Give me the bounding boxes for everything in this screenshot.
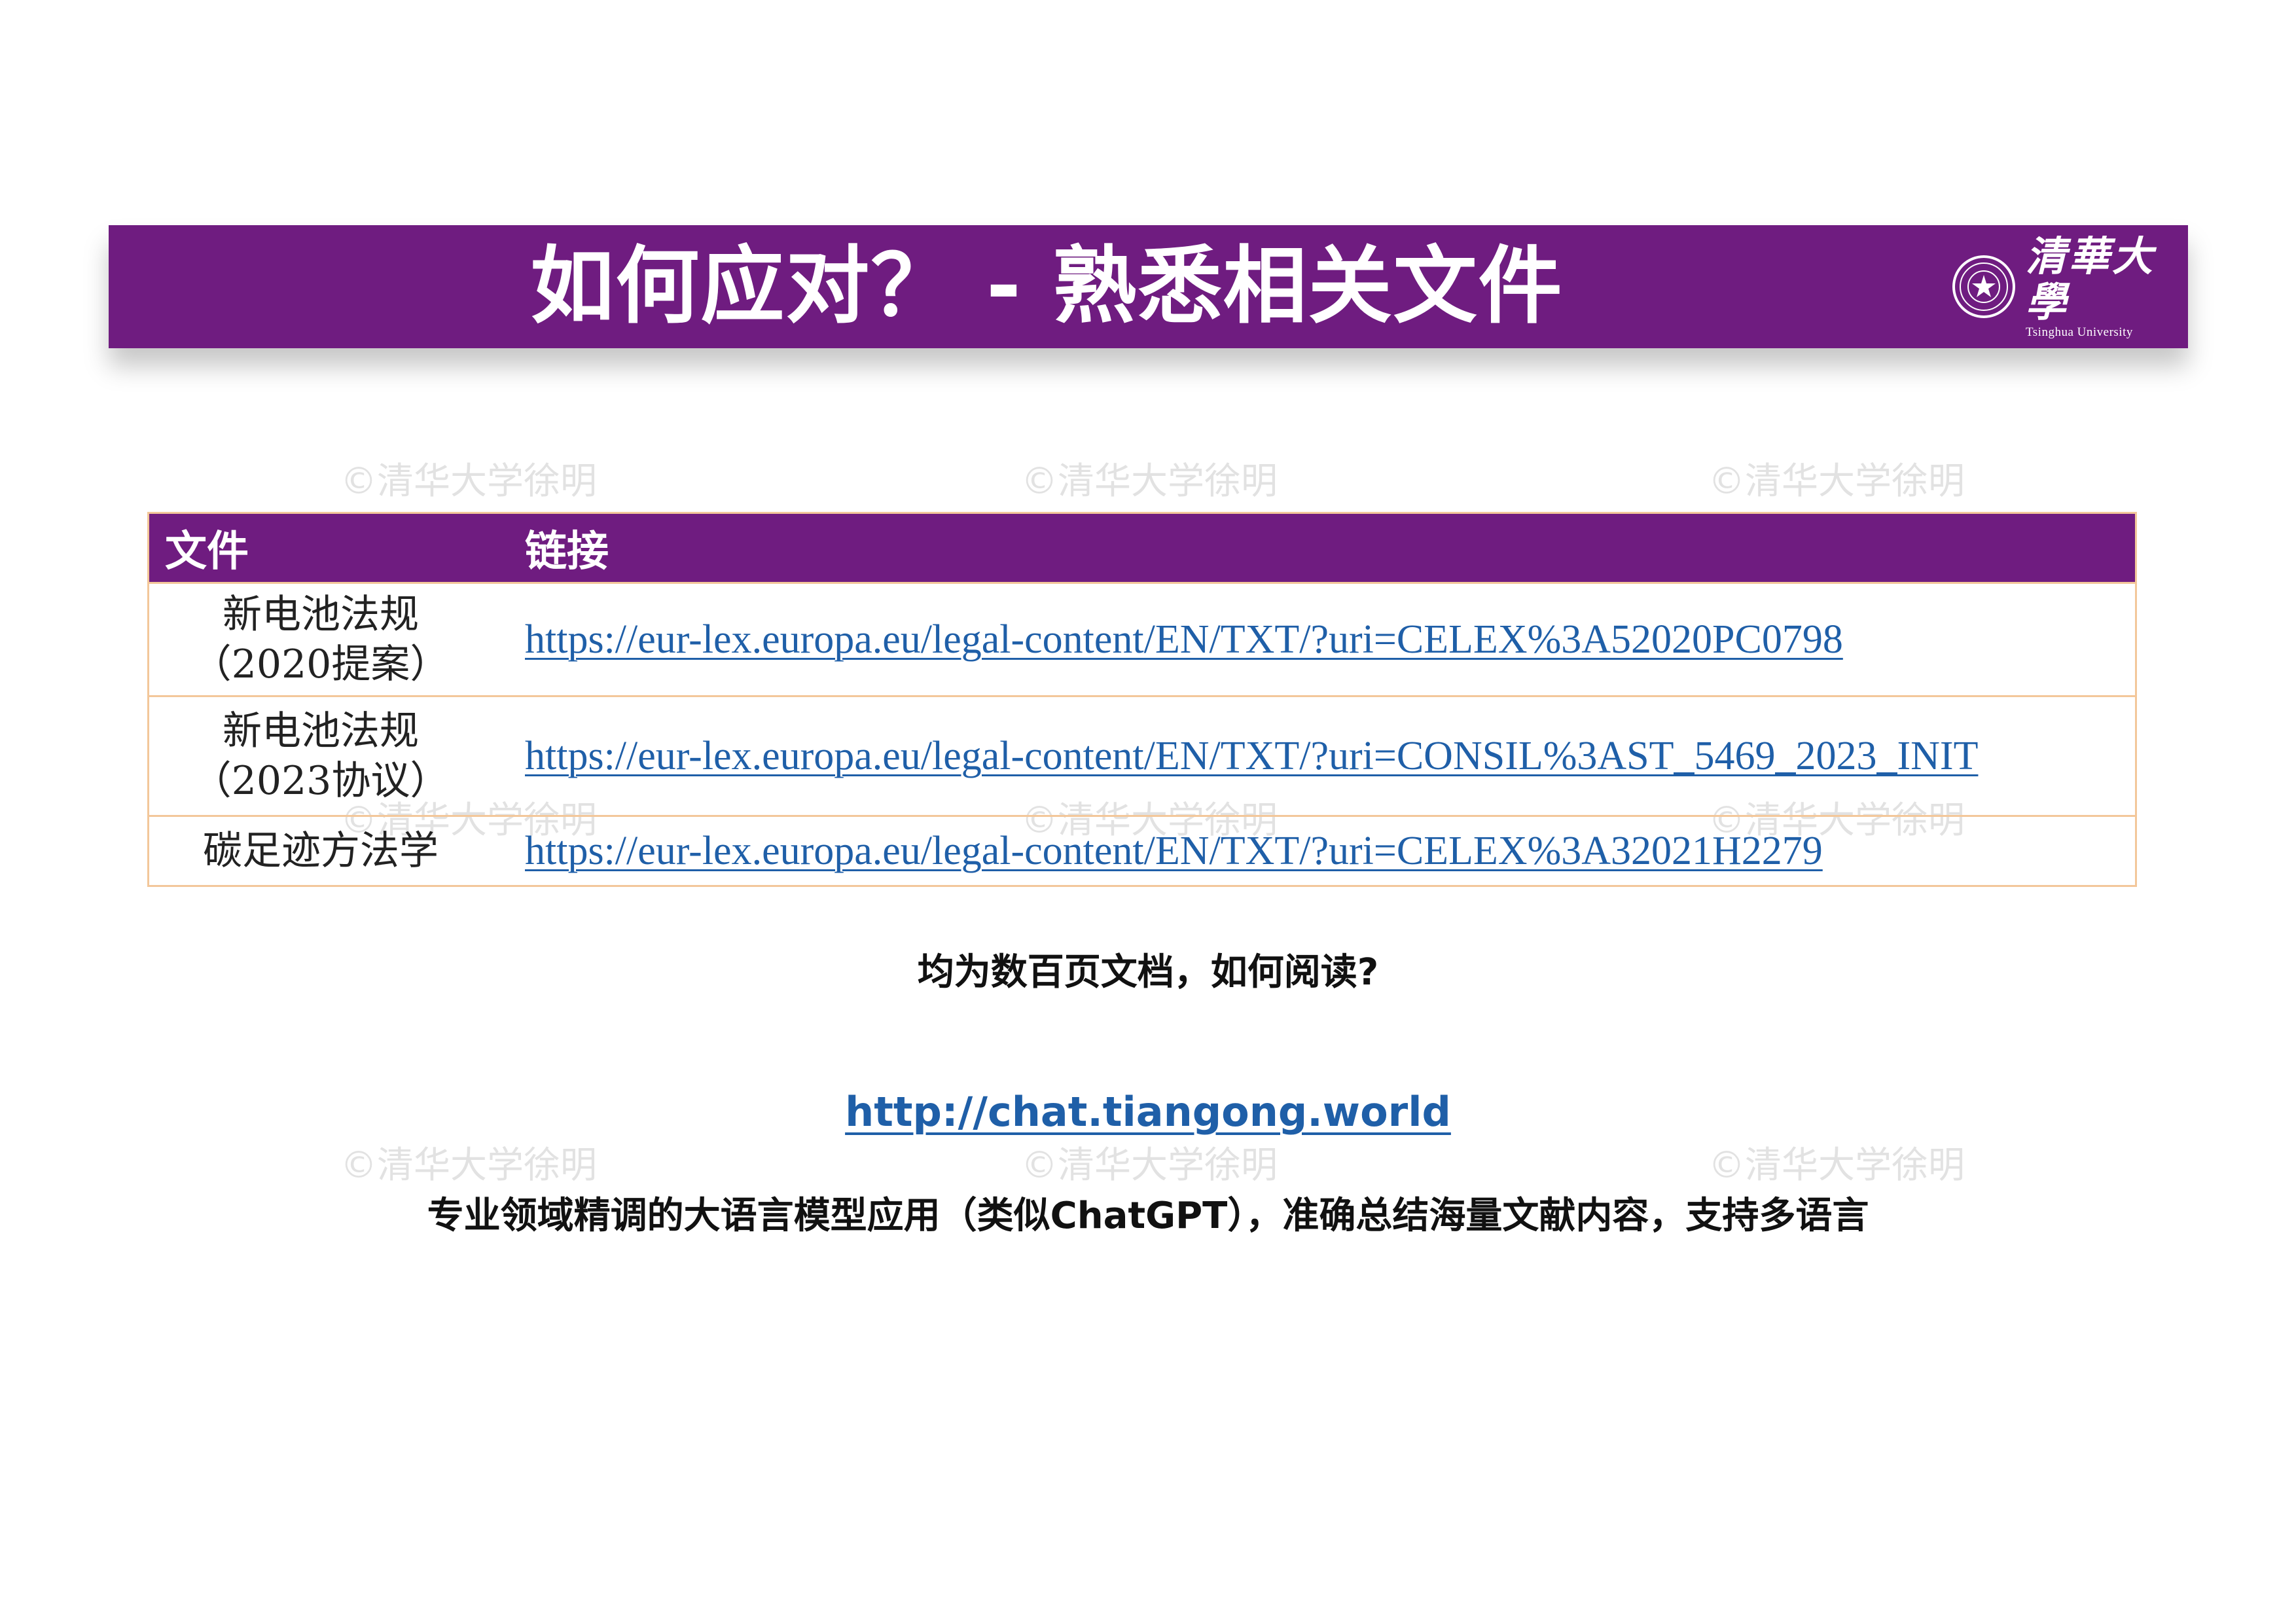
university-logo: 清華大學 Tsinghua University	[1951, 234, 2174, 339]
table-row: 新电池法规 （2023协议） https://eur-lex.europa.eu…	[148, 695, 2136, 816]
document-name-line: 新电池法规	[223, 592, 419, 638]
table-row: 新电池法规 （2020提案） https://eur-lex.europa.eu…	[148, 582, 2136, 696]
watermark: ©清华大学徐明	[340, 1144, 597, 1187]
seal-icon	[1952, 255, 2015, 318]
page-title: 如何应对？ - 熟悉相关文件	[530, 238, 1564, 335]
logo-text: 清華大學 Tsinghua University	[2026, 234, 2174, 340]
column-header-link: 链接	[492, 513, 2136, 583]
document-name-cell: 新电池法规 （2023协议）	[148, 695, 492, 816]
document-name-cell: 新电池法规 （2020提案）	[148, 582, 492, 696]
watermark: ©清华大学徐明	[1708, 1144, 1965, 1187]
document-name-line: （2020提案）	[192, 641, 450, 687]
document-name-line: 新电池法规	[223, 708, 419, 754]
logo-english-name: Tsinghua University	[2026, 325, 2133, 339]
document-name-line: （2023协议）	[192, 758, 450, 804]
document-link[interactable]: https://eur-lex.europa.eu/legal-content/…	[525, 617, 1843, 662]
documents-table: 文件 链接 新电池法规 （2020提案） https://eur-lex.eur…	[147, 512, 2137, 887]
table-header-row: 文件 链接	[148, 513, 2136, 583]
table-row: 碳足迹方法学 https://eur-lex.europa.eu/legal-c…	[148, 815, 2136, 886]
site-link-container: http://chat.tiangong.world	[0, 1088, 2296, 1136]
document-link-cell: https://eur-lex.europa.eu/legal-content/…	[492, 695, 2136, 816]
description-text: 专业领域精调的大语言模型应用（类似ChatGPT），准确总结海量文献内容，支持多…	[427, 1195, 1869, 1237]
watermark: ©清华大学徐明	[1021, 1144, 1278, 1187]
document-link-cell: https://eur-lex.europa.eu/legal-content/…	[492, 582, 2136, 696]
watermark: ©清华大学徐明	[1021, 460, 1278, 503]
document-name-cell: 碳足迹方法学	[148, 815, 492, 886]
title-banner: 如何应对？ - 熟悉相关文件 清華大學 Tsinghua University	[109, 225, 2188, 348]
document-link[interactable]: https://eur-lex.europa.eu/legal-content/…	[525, 734, 1978, 778]
document-link-cell: https://eur-lex.europa.eu/legal-content/…	[492, 815, 2136, 886]
document-link[interactable]: https://eur-lex.europa.eu/legal-content/…	[525, 829, 1823, 873]
logo-chinese-name: 清華大學	[2026, 232, 2156, 326]
watermark: ©清华大学徐明	[340, 460, 597, 503]
question-text: 均为数百页文档，如何阅读?	[917, 951, 1379, 994]
document-name-line: 碳足迹方法学	[203, 828, 439, 874]
watermark: ©清华大学徐明	[1708, 460, 1965, 503]
column-header-document: 文件	[148, 513, 492, 583]
slide: 如何应对？ - 熟悉相关文件 清華大學 Tsinghua University …	[0, 0, 2296, 1624]
tiangong-link[interactable]: http://chat.tiangong.world	[845, 1088, 1451, 1136]
